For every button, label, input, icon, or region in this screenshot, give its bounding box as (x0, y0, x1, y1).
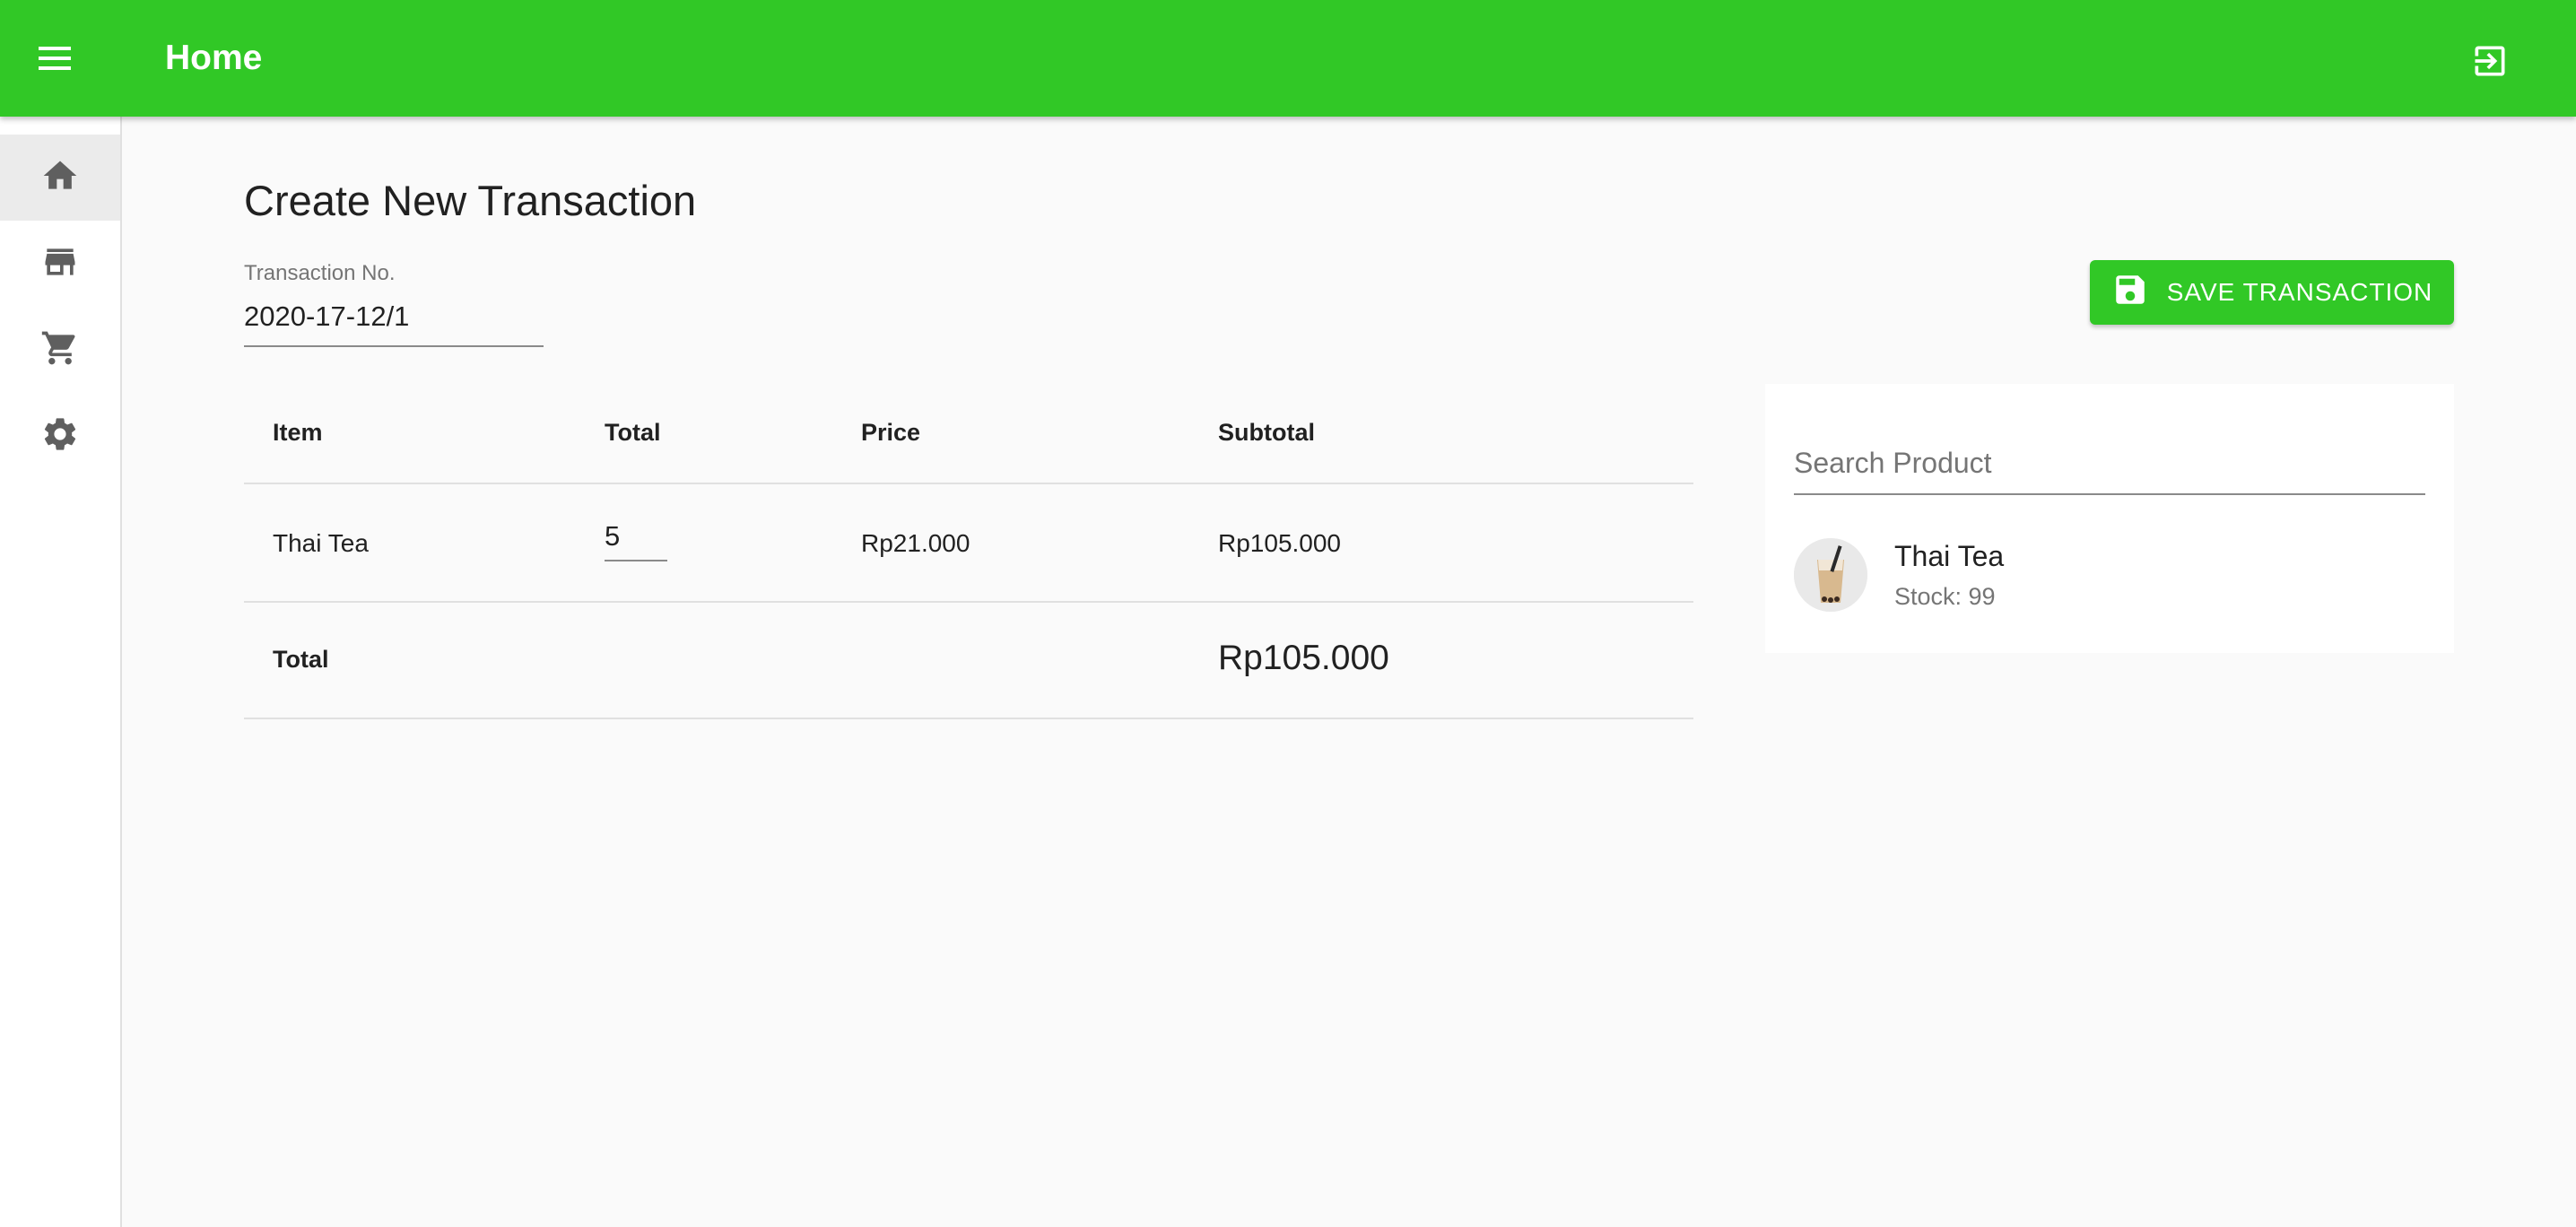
sidebar-item-store[interactable] (0, 221, 120, 307)
app-title: Home (165, 39, 263, 77)
save-button-label: SAVE TRANSACTION (2166, 278, 2433, 306)
item-price: Rp21.000 (861, 529, 970, 557)
search-product-input[interactable]: Search Product (1794, 447, 2425, 495)
product-list-item[interactable]: Thai Tea Stock: 99 (1794, 538, 2425, 619)
total-value: Rp105.000 (1218, 639, 1389, 677)
product-stock: Stock: 99 (1894, 583, 1996, 610)
store-icon (40, 242, 80, 286)
product-panel: Search Product Thai Tea Stock: 99 (1765, 384, 2454, 653)
product-thumbnail (1794, 538, 1867, 612)
item-name: Thai Tea (273, 529, 369, 557)
logout-icon[interactable] (2465, 36, 2515, 86)
home-icon (40, 156, 80, 200)
app-bar: Home (0, 0, 2576, 117)
transaction-no-label: Transaction No. (244, 261, 396, 285)
quantity-input[interactable]: 5 (605, 520, 667, 561)
product-name: Thai Tea (1894, 540, 2005, 572)
item-subtotal: Rp105.000 (1218, 529, 1342, 557)
sidebar-item-home[interactable] (0, 135, 120, 221)
sidebar (0, 117, 122, 1227)
cart-icon (40, 328, 80, 372)
column-header-subtotal: Subtotal (1218, 419, 1315, 446)
table-row: Thai Tea 5 Rp21.000 Rp105.000 (244, 484, 1693, 603)
table-total-row: Total Rp105.000 (244, 603, 1693, 719)
column-header-price: Price (861, 419, 921, 446)
column-header-item: Item (273, 419, 323, 446)
menu-icon[interactable] (32, 36, 77, 81)
transaction-no-field[interactable]: 2020-17-12/1 (244, 300, 544, 347)
save-icon (2111, 271, 2149, 315)
column-header-total: Total (605, 419, 661, 446)
page-title: Create New Transaction (244, 177, 697, 224)
table-header-row: Item Total Price Subtotal (244, 386, 1693, 484)
settings-icon (40, 414, 80, 458)
save-transaction-button[interactable]: SAVE TRANSACTION (2090, 260, 2454, 325)
transaction-table: Item Total Price Subtotal Thai Tea 5 Rp2… (244, 386, 1693, 719)
total-label: Total (273, 646, 329, 673)
sidebar-item-settings[interactable] (0, 393, 120, 479)
sidebar-item-cart[interactable] (0, 307, 120, 393)
